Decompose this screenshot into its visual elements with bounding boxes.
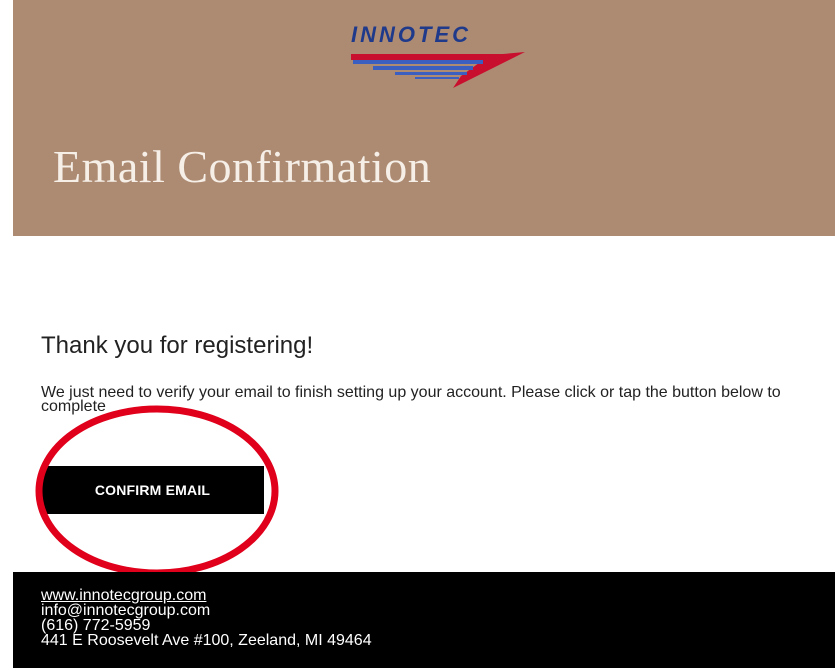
page-title: Email Confirmation [53,141,432,192]
footer-phone: (616) 772-5959 [41,617,151,634]
footer-contact: www.innotecgroup.com info@innotecgroup.c… [41,588,372,649]
header-banner: INNOTEC Email Confirmation [13,0,835,236]
verification-message: We just need to verify your email to fin… [41,384,781,415]
logo-swoosh-icon [351,52,525,88]
footer-email: info@innotecgroup.com [41,602,211,619]
footer: www.innotecgroup.com info@innotecgroup.c… [13,572,835,668]
footer-address: 441 E Roosevelt Ave #100, Zeeland, MI 49… [41,632,372,649]
logo-brand-text: INNOTEC [351,22,471,47]
innotec-logo-icon: INNOTEC [333,12,533,92]
thanks-heading: Thank you for registering! [41,332,314,359]
confirm-email-button[interactable]: CONFIRM EMAIL [41,466,264,514]
email-page: INNOTEC Email Confirmation Thank you for… [0,0,835,668]
